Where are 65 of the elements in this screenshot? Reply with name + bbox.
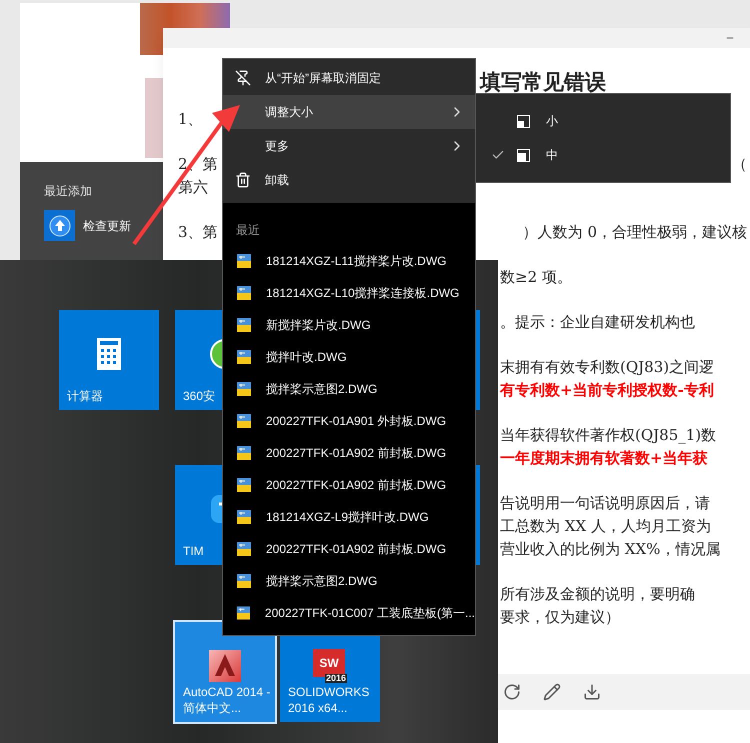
recent-file-item[interactable]: 搅拌桨示意图2.DWG [223, 373, 475, 405]
download-icon[interactable] [583, 683, 601, 701]
recent-file-item[interactable]: 200227TFK-01A902 前封板.DWG [223, 437, 475, 469]
document-text: ）人数为 0，合理性极弱，建议核 [522, 222, 747, 244]
document-text: 有专利数+当前专利授权数-专利 [500, 380, 714, 402]
app-tile[interactable]: AutoCAD 2014 - 简体中文... [175, 622, 275, 722]
document-heading: 填写常见错误 [480, 69, 606, 94]
update-icon [44, 210, 75, 241]
document-text: 告说明用一句话说明原因后，请 [500, 493, 710, 514]
document-text: （ [732, 154, 747, 176]
recent-file-item[interactable]: 200227TFK-01A901 外封板.DWG [223, 405, 475, 437]
recent-file-item[interactable]: 181214XGZ-L10搅拌桨连接板.DWG [223, 277, 475, 309]
document-text: 营业收入的比例为 XX%，情况属 [500, 539, 720, 560]
drawing-file-icon [236, 349, 252, 365]
document-text: 要求，仅为建议） [500, 607, 620, 628]
recent-file-item[interactable]: 新搅拌桨片改.DWG [223, 309, 475, 341]
tile-label: TIM [183, 543, 204, 559]
recent-file-item[interactable]: 200227TFK-01A902 前封板.DWG [223, 469, 475, 501]
unpin-icon [235, 70, 251, 86]
document-text: 数≥2 项。 [500, 267, 572, 288]
recent-file-item[interactable]: 搅拌桨示意图2.DWG [223, 565, 475, 597]
tile-size-icon [517, 114, 530, 128]
app-list-item[interactable]: 检查更新 [44, 210, 163, 241]
autocad-logo-icon [209, 650, 241, 682]
document-text: 1、 [178, 110, 203, 128]
pencil-icon[interactable] [543, 683, 561, 701]
menu-item[interactable]: 卸载 [223, 163, 475, 197]
app-tile[interactable]: 计算器 [59, 310, 159, 410]
rotate-icon[interactable] [503, 683, 521, 701]
tile-label: 360安 [183, 388, 216, 404]
document-text: 所有涉及金额的说明，要明确 [500, 584, 695, 606]
document-text: 3、第 [178, 223, 218, 242]
menu-item[interactable]: 从“开始”屏幕取消固定 [223, 61, 475, 95]
recent-file-item[interactable]: 搅拌叶改.DWG [223, 341, 475, 373]
recent-file-item[interactable]: 200227TFK-01A902 前封板.DWG [223, 533, 475, 565]
drawing-file-icon [236, 253, 252, 269]
drawing-file-icon [236, 573, 252, 589]
menu-item[interactable]: 中 [476, 138, 730, 172]
document-text: 末拥有有效专利数(QJ83)之间逻 [500, 357, 714, 378]
menu-item[interactable]: 小 [476, 104, 730, 138]
section-title: 最近 [235, 222, 261, 239]
tile-label: SOLIDWORKS 2016 x64... [288, 684, 370, 716]
section-title: 最近添加 [44, 183, 93, 200]
document-text: 工总数为 XX 人，人均月工资为 [500, 516, 711, 538]
document-text: 。提示：企业自建研发机构也 [500, 312, 695, 334]
document-text: 当年获得软件著作权(QJ85_1)数 [500, 425, 716, 446]
tile-size-icon [517, 148, 530, 162]
document-text: 一年度期末拥有软著数+当年获 [500, 448, 708, 470]
drawing-file-icon [236, 413, 252, 429]
tile-label: AutoCAD 2014 - 简体中文... [183, 684, 271, 716]
recent-file-item[interactable]: 181214XGZ-L9搅拌叶改.DWG [223, 501, 475, 533]
drawing-file-icon [236, 477, 252, 493]
calculator-icon [97, 338, 121, 370]
trash-icon [235, 172, 251, 188]
drawing-file-icon [236, 285, 252, 301]
recent-file-item[interactable]: 181214XGZ-L11搅拌桨片改.DWG [223, 245, 475, 277]
tile-label: 计算器 [67, 388, 103, 404]
menu-item[interactable]: 更多 [223, 129, 475, 163]
drawing-file-icon [236, 381, 252, 397]
drawing-file-icon [236, 509, 252, 525]
drawing-file-icon [236, 605, 251, 621]
drawing-file-icon [236, 445, 252, 461]
drawing-file-icon [236, 541, 252, 557]
drawing-file-icon [236, 317, 252, 333]
menu-item[interactable]: 调整大小 [223, 95, 475, 129]
